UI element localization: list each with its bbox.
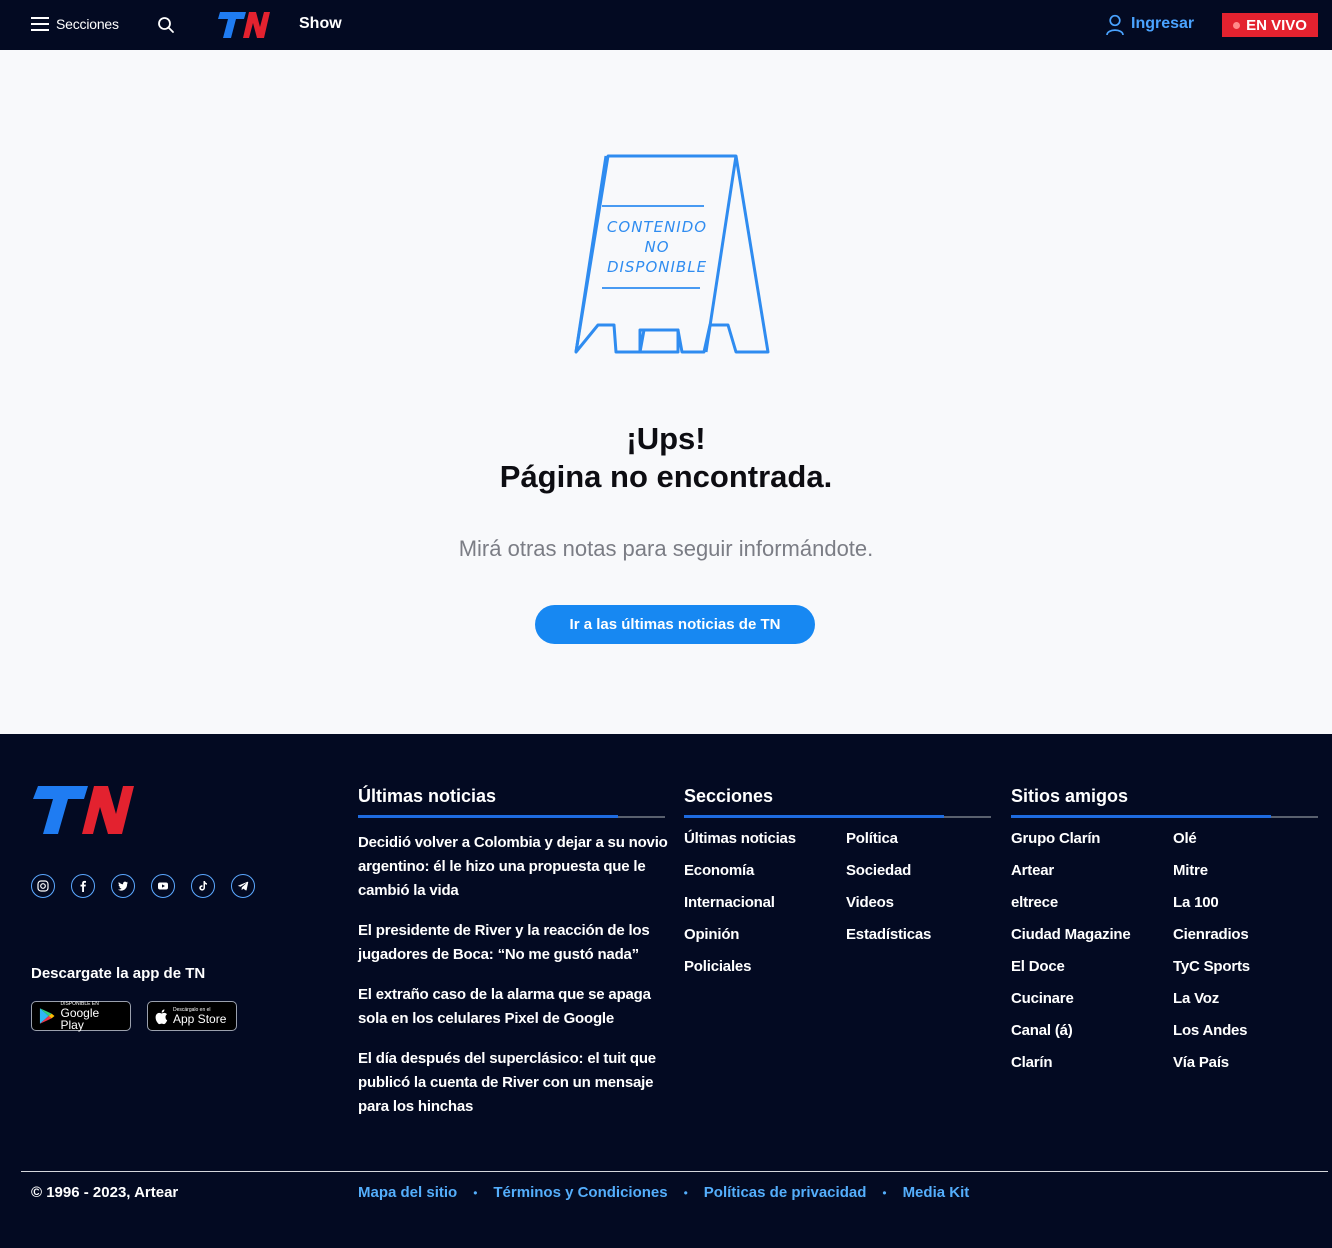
search-icon[interactable] bbox=[157, 16, 175, 34]
friend-site-link[interactable]: La 100 bbox=[1173, 894, 1219, 911]
friend-site-link[interactable]: TyC Sports bbox=[1173, 958, 1250, 975]
friend-site-link[interactable]: Cucinare bbox=[1011, 990, 1074, 1007]
site-header: Secciones Show Ingresar EN VIVO bbox=[0, 0, 1332, 50]
telegram-icon[interactable] bbox=[231, 874, 255, 898]
section-link[interactable]: Internacional bbox=[684, 894, 775, 911]
sections-divider bbox=[684, 815, 991, 818]
live-button[interactable]: EN VIVO bbox=[1222, 13, 1318, 37]
section-link[interactable]: Economía bbox=[684, 862, 754, 879]
separator-dot: • bbox=[882, 1185, 887, 1200]
separator-dot: • bbox=[473, 1185, 478, 1200]
google-play-label: Google Play bbox=[60, 1005, 100, 1032]
friend-site-link[interactable]: Cienradios bbox=[1173, 926, 1249, 943]
sections-heading: Secciones bbox=[684, 786, 774, 806]
privacy-link[interactable]: Políticas de privacidad bbox=[704, 1184, 867, 1201]
google-play-icon bbox=[39, 1008, 55, 1024]
sections-column: Secciones bbox=[684, 786, 991, 818]
live-label: EN VIVO bbox=[1246, 16, 1307, 34]
facebook-icon[interactable] bbox=[71, 874, 95, 898]
friend-site-link[interactable]: Artear bbox=[1011, 862, 1054, 879]
section-link[interactable]: Opinión bbox=[684, 926, 739, 943]
site-footer: Descargate la app de TN DISPONIBLE EN Go… bbox=[0, 734, 1332, 1248]
error-content: CONTENIDO NO DISPONIBLE ¡Ups! Página no … bbox=[0, 50, 1332, 734]
friend-site-link[interactable]: El Doce bbox=[1011, 958, 1065, 975]
friend-sites-heading: Sitios amigos bbox=[1011, 786, 1129, 806]
section-title[interactable]: Show bbox=[299, 15, 342, 33]
friend-site-link[interactable]: Clarín bbox=[1011, 1054, 1053, 1071]
friend-site-link[interactable]: Grupo Clarín bbox=[1011, 830, 1100, 847]
section-link[interactable]: Últimas noticias bbox=[684, 830, 796, 847]
tn-logo[interactable] bbox=[216, 10, 270, 40]
sitemap-link[interactable]: Mapa del sitio bbox=[358, 1184, 457, 1201]
live-dot-icon bbox=[1233, 21, 1241, 29]
friend-site-link[interactable]: eltrece bbox=[1011, 894, 1058, 911]
social-links bbox=[31, 874, 255, 898]
app-store-label: App Store bbox=[173, 1011, 227, 1026]
friend-sites-divider bbox=[1011, 815, 1318, 818]
footer-tn-logo[interactable] bbox=[30, 784, 134, 836]
youtube-icon[interactable] bbox=[151, 874, 175, 898]
app-download-label: Descargate la app de TN bbox=[31, 965, 206, 982]
news-link[interactable]: El presidente de River y la reacción de … bbox=[358, 919, 668, 967]
friend-site-link[interactable]: La Voz bbox=[1173, 990, 1219, 1007]
login-link[interactable]: Ingresar bbox=[1131, 15, 1194, 33]
section-link[interactable]: Estadísticas bbox=[846, 926, 931, 943]
section-link[interactable]: Videos bbox=[846, 894, 894, 911]
section-link[interactable]: Política bbox=[846, 830, 898, 847]
friend-site-link[interactable]: Los Andes bbox=[1173, 1022, 1248, 1039]
news-link[interactable]: El día después del superclásico: el tuit… bbox=[358, 1047, 668, 1119]
friend-site-link[interactable]: Ciudad Magazine bbox=[1011, 926, 1131, 943]
instagram-icon[interactable] bbox=[31, 874, 55, 898]
latest-news-divider bbox=[358, 815, 665, 818]
terms-link[interactable]: Términos y Condiciones bbox=[493, 1184, 667, 1201]
error-title-line2: Página no encontrada. bbox=[499, 459, 833, 494]
friend-site-link[interactable]: Vía País bbox=[1173, 1054, 1229, 1071]
media-kit-link[interactable]: Media Kit bbox=[903, 1184, 970, 1201]
friend-site-link[interactable]: Canal (á) bbox=[1011, 1022, 1073, 1039]
not-available-sign-icon: CONTENIDO NO DISPONIBLE bbox=[574, 154, 770, 354]
sections-menu-button[interactable]: Secciones bbox=[56, 16, 119, 32]
apple-icon bbox=[155, 1008, 168, 1024]
separator-dot: • bbox=[683, 1185, 688, 1200]
copyright: © 1996 - 2023, Artear bbox=[31, 1184, 179, 1201]
google-play-badge[interactable]: DISPONIBLE EN Google Play bbox=[31, 1001, 131, 1031]
latest-news-button[interactable]: Ir a las últimas noticias de TN bbox=[535, 605, 815, 644]
section-link[interactable]: Sociedad bbox=[846, 862, 911, 879]
hamburger-menu-icon[interactable] bbox=[31, 17, 49, 31]
app-store-badge[interactable]: Descárgalo en el App Store bbox=[147, 1001, 237, 1031]
friend-site-link[interactable]: Olé bbox=[1173, 830, 1197, 847]
friend-site-link[interactable]: Mitre bbox=[1173, 862, 1208, 879]
sign-line-1: CONTENIDO bbox=[607, 218, 707, 236]
sign-line-3: DISPONIBLE bbox=[607, 258, 707, 276]
user-icon[interactable] bbox=[1105, 14, 1125, 36]
twitter-icon[interactable] bbox=[111, 874, 135, 898]
news-link[interactable]: Decidió volver a Colombia y dejar a su n… bbox=[358, 831, 668, 903]
legal-links: Mapa del sitio • Términos y Condiciones … bbox=[358, 1184, 969, 1201]
sign-line-2: NO bbox=[644, 238, 669, 256]
friend-sites-column: Sitios amigos bbox=[1011, 786, 1318, 818]
error-title-line1: ¡Ups! bbox=[626, 421, 706, 456]
error-title: ¡Ups! Página no encontrada. bbox=[0, 420, 1332, 496]
latest-news-column: Últimas noticias bbox=[358, 786, 665, 818]
section-link[interactable]: Policiales bbox=[684, 958, 751, 975]
tiktok-icon[interactable] bbox=[191, 874, 215, 898]
footer-divider bbox=[21, 1171, 1328, 1172]
news-link[interactable]: El extraño caso de la alarma que se apag… bbox=[358, 983, 668, 1031]
error-subtitle: Mirá otras notas para seguir informándot… bbox=[458, 536, 874, 561]
latest-news-heading: Últimas noticias bbox=[358, 786, 497, 806]
